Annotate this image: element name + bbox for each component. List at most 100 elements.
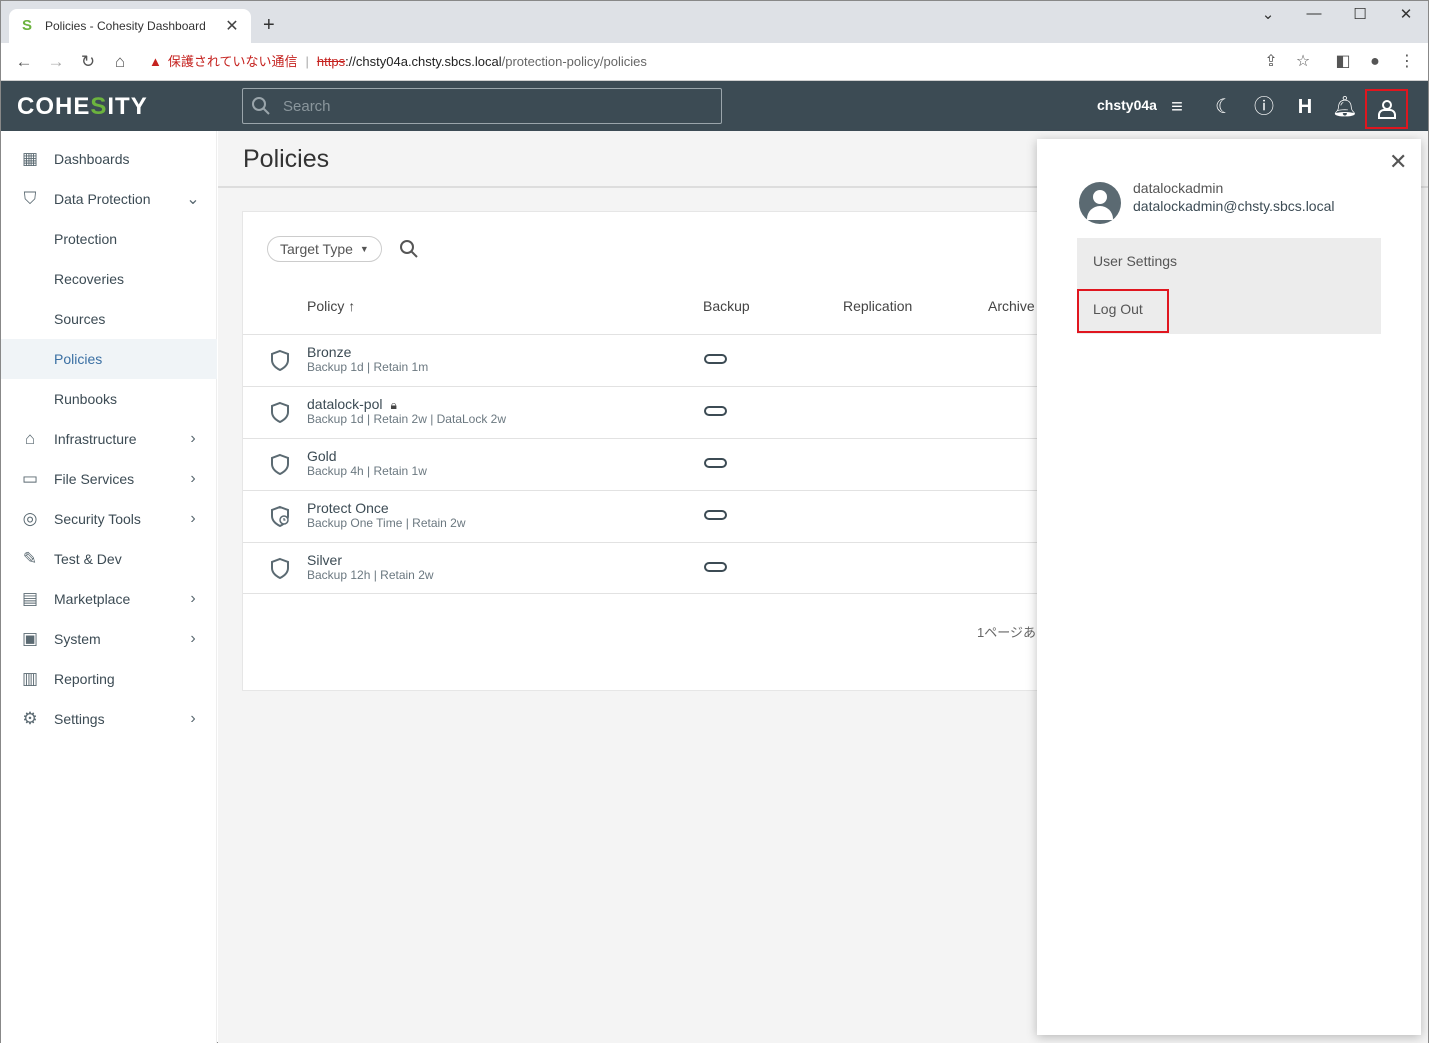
sidebar-item-sources[interactable]: Sources <box>1 299 217 339</box>
dark-mode-moon-icon[interactable]: ☾ <box>1211 94 1237 120</box>
global-search[interactable] <box>242 88 722 124</box>
filter-icon[interactable]: ≡ <box>1164 94 1190 120</box>
user-settings-menu-item[interactable]: User Settings <box>1093 253 1177 269</box>
policy-name[interactable]: datalock-pol 🔒︎ <box>307 396 397 413</box>
target-type-filter[interactable]: Target Type ▼ <box>267 236 382 262</box>
sidebar-item-system[interactable]: ▣ System › <box>1 619 217 659</box>
backup-enabled-icon <box>704 354 727 364</box>
sidebar-item-label: Infrastructure <box>54 431 137 447</box>
new-tab-button[interactable]: + <box>263 15 275 35</box>
sidebar-item-policies[interactable]: Policies <box>1 339 217 379</box>
tab-close-icon[interactable]: ✕ <box>223 16 241 36</box>
sidebar-item-label: File Services <box>54 471 135 487</box>
sidebar-item-recoveries[interactable]: Recoveries <box>1 259 217 299</box>
sidebar-item-label: Security Tools <box>54 511 141 527</box>
backup-enabled-icon <box>704 406 727 416</box>
column-header-archive[interactable]: Archive <box>988 298 1035 314</box>
policy-name[interactable]: Silver <box>307 552 342 568</box>
policy-description: Backup 1d | Retain 2w | DataLock 2w <box>307 412 507 426</box>
log-out-highlight <box>1077 289 1169 333</box>
policy-description: Backup 1d | Retain 1m <box>307 360 429 374</box>
chevron-right-icon: › <box>190 470 196 487</box>
search-icon <box>252 97 270 115</box>
user-menu-panel: ✕ datalockadmin datalockadmin@chsty.sbcs… <box>1037 139 1421 1035</box>
shield-check-icon: ⛉ <box>23 189 37 208</box>
sidebar-item-label: Marketplace <box>54 591 131 607</box>
fingerprint-icon: ◎ <box>22 509 38 528</box>
lock-icon: 🔒︎ <box>390 398 397 412</box>
url-scheme: https <box>316 54 346 69</box>
shield-icon <box>271 557 289 579</box>
policy-name[interactable]: Gold <box>307 448 337 464</box>
sidebar-item-label: Data Protection <box>54 191 151 207</box>
reload-icon[interactable]: ↻ <box>77 52 99 72</box>
avatar <box>1079 182 1121 224</box>
column-header-backup[interactable]: Backup <box>703 298 750 314</box>
policy-description: Backup One Time | Retain 2w <box>307 516 466 530</box>
browser-tab-bar: S Policies - Cohesity Dashboard ✕ + ⌄ — … <box>1 1 1428 43</box>
profile-icon[interactable]: ● <box>1364 52 1386 72</box>
sidebar-item-security-tools[interactable]: ◎ Security Tools › <box>1 499 217 539</box>
sidebar-item-protection[interactable]: Protection <box>1 219 217 259</box>
chevron-right-icon: › <box>190 510 196 527</box>
column-header-policy[interactable]: Policy ↑ <box>307 298 355 314</box>
sidebar-item-infrastructure[interactable]: ⌂ Infrastructure › <box>1 419 217 459</box>
page-title: Policies <box>243 145 330 173</box>
help-icon[interactable]: ⓘ <box>1251 94 1277 120</box>
chevron-right-icon: › <box>190 630 196 647</box>
url-path: /protection-policy/policies <box>501 54 647 69</box>
home-icon[interactable]: ⌂ <box>109 52 131 72</box>
sidebar-item-reporting[interactable]: ▥ Reporting <box>1 659 217 699</box>
minimize-button[interactable]: — <box>1291 5 1337 22</box>
backup-enabled-icon <box>704 458 727 468</box>
filter-label: Target Type <box>280 241 353 257</box>
browser-menu-icon[interactable]: ⋮ <box>1396 52 1418 72</box>
sidebar-item-test-dev[interactable]: ✎ Test & Dev <box>1 539 217 579</box>
wrench-icon: ✎ <box>22 549 38 568</box>
sidebar-item-label: Test & Dev <box>54 551 122 567</box>
sidebar-item-dashboards[interactable]: ▦ Dashboards <box>1 139 217 179</box>
chevron-down-icon: ⌄ <box>186 191 200 208</box>
policy-name[interactable]: Bronze <box>307 344 351 360</box>
user-account-button[interactable] <box>1365 89 1408 129</box>
bookmark-star-icon[interactable]: ☆ <box>1292 52 1314 72</box>
shield-icon <box>271 453 289 475</box>
back-arrow-icon[interactable]: ← <box>13 52 35 72</box>
close-icon[interactable]: ✕ <box>1389 149 1407 175</box>
sidebar-item-settings[interactable]: ⚙ Settings › <box>1 699 217 739</box>
maximize-button[interactable]: ☐ <box>1337 5 1383 23</box>
tab-title: Policies - Cohesity Dashboard <box>45 19 206 33</box>
url-field[interactable]: ▲ 保護されていない通信 | https://chsty04a.chsty.sb… <box>149 52 647 72</box>
cohesity-logo[interactable]: COHESITY <box>17 93 148 121</box>
window-close-button[interactable]: ✕ <box>1383 5 1429 23</box>
browser-tab[interactable]: S Policies - Cohesity Dashboard ✕ <box>9 9 251 43</box>
column-header-replication[interactable]: Replication <box>843 298 912 314</box>
sidebar-item-data-protection[interactable]: ⛉ Data Protection ⌄ <box>1 179 217 219</box>
sort-ascending-icon: ↑ <box>348 298 356 314</box>
forward-arrow-icon[interactable]: → <box>45 52 67 72</box>
chart-icon: ▥ <box>21 669 39 688</box>
helios-icon[interactable]: H <box>1292 94 1318 120</box>
chevron-right-icon: › <box>190 590 196 607</box>
sidebar-item-runbooks[interactable]: Runbooks <box>1 379 217 419</box>
table-search-icon[interactable] <box>399 239 419 259</box>
sidebar-item-label: Sources <box>54 311 106 327</box>
sidebar-nav: ▦ Dashboards ⛉ Data Protection ⌄ Protect… <box>1 131 217 1043</box>
side-panel-icon[interactable]: ◧ <box>1332 52 1354 72</box>
notifications-bell-icon[interactable]: 🔔︎ <box>1332 94 1358 120</box>
sidebar-item-label: Reporting <box>54 671 115 687</box>
cluster-name[interactable]: chsty04a <box>1097 97 1157 113</box>
caret-down-icon: ▼ <box>359 244 369 254</box>
sidebar-item-marketplace[interactable]: ▤ Marketplace › <box>1 579 217 619</box>
not-secure-label: 保護されていない通信 <box>167 54 298 69</box>
chevron-right-icon: › <box>190 710 196 727</box>
cohesity-favicon-icon: S <box>21 17 32 34</box>
shield-clock-icon <box>271 505 289 527</box>
tab-search-chevron-icon[interactable]: ⌄ <box>1245 5 1291 23</box>
search-input[interactable] <box>283 97 703 115</box>
policy-name[interactable]: Protect Once <box>307 500 389 516</box>
sidebar-item-file-services[interactable]: ▭ File Services › <box>1 459 217 499</box>
store-icon: ▤ <box>21 589 39 608</box>
share-icon[interactable]: ⇪ <box>1260 52 1282 72</box>
policy-description: Backup 12h | Retain 2w <box>307 568 434 582</box>
